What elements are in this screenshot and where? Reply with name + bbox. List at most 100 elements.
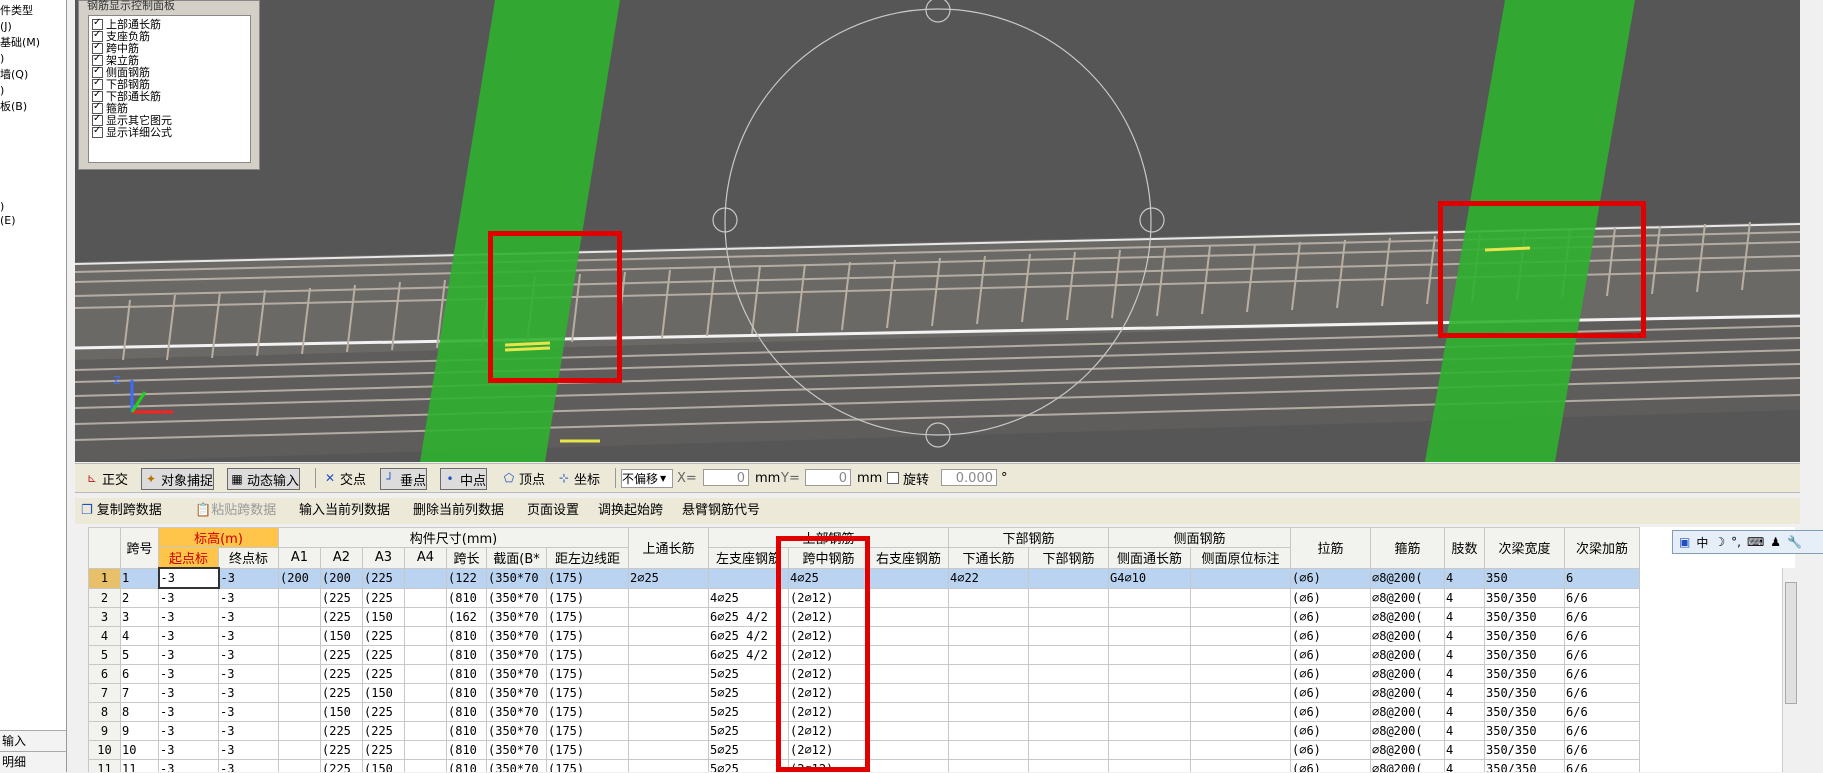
table-cell[interactable] (1028, 626, 1109, 646)
table-cell[interactable] (948, 759, 1029, 772)
cantilever-code-button[interactable]: 悬臂钢筋代号 (682, 502, 760, 520)
table-cell[interactable]: (225 (362, 645, 405, 665)
table-cell[interactable] (1028, 664, 1109, 684)
table-cell[interactable]: 6/6 (1564, 626, 1640, 646)
table-cell[interactable]: (350*70 (486, 587, 547, 608)
table-cell[interactable] (868, 567, 949, 589)
table-cell[interactable]: 4 (120, 626, 159, 646)
table-cell[interactable] (868, 626, 949, 646)
table-cell[interactable]: -3 (158, 683, 219, 703)
table-cell[interactable] (948, 702, 1029, 722)
table-cell[interactable]: (350*70 (486, 702, 547, 722)
table-cell[interactable]: (⌀6) (1290, 759, 1371, 772)
y-coordinate-input[interactable]: 0 (805, 469, 851, 486)
intersection-snap-button[interactable]: ✕ 交点 (321, 468, 366, 488)
table-cell[interactable]: (225 (362, 721, 405, 741)
input-tab[interactable]: 输入 (0, 731, 66, 751)
table-cell[interactable]: 4 (1444, 626, 1485, 646)
table-cell[interactable] (868, 607, 949, 627)
table-cell[interactable] (948, 683, 1029, 703)
table-cell[interactable] (404, 664, 447, 684)
table-cell[interactable]: ⌀8@200( (1370, 607, 1445, 627)
table-cell[interactable]: (810 (446, 645, 487, 665)
delete-column-button[interactable]: 删除当前列数据 (413, 502, 504, 520)
table-cell[interactable] (1108, 721, 1191, 741)
table-cell[interactable] (404, 740, 447, 760)
table-cell[interactable] (628, 587, 709, 608)
table-cell[interactable] (1108, 607, 1191, 627)
table-cell[interactable]: (810 (446, 587, 487, 608)
table-cell[interactable]: (350*70 (486, 607, 547, 627)
table-cell[interactable]: G4⌀10 (1108, 567, 1191, 589)
ime-user-icon[interactable]: ♟ (1770, 535, 1781, 549)
table-cell[interactable]: ⌀8@200( (1370, 683, 1445, 703)
table-cell[interactable]: 4 (1444, 683, 1485, 703)
table-cell[interactable]: 3 (120, 607, 159, 627)
table-cell[interactable]: -3 (218, 759, 279, 772)
table-cell[interactable] (278, 721, 321, 741)
table-cell[interactable]: (225 (362, 702, 405, 722)
table-cell[interactable]: 6 (1564, 567, 1640, 589)
table-cell[interactable]: (200 (320, 567, 363, 589)
table-cell[interactable] (1028, 721, 1109, 741)
table-cell[interactable]: ⌀8@200( (1370, 740, 1445, 760)
table-cell[interactable]: 1 (120, 567, 159, 589)
ime-keyboard-icon[interactable]: ⌨ (1747, 535, 1764, 549)
table-cell[interactable]: (810 (446, 626, 487, 646)
table-cell[interactable] (948, 587, 1029, 608)
table-cell[interactable] (404, 645, 447, 665)
table-cell[interactable] (868, 664, 949, 684)
table-cell[interactable]: ⌀8@200( (1370, 626, 1445, 646)
table-cell[interactable]: (175) (546, 567, 629, 589)
tree-item[interactable]: (J) (0, 20, 12, 34)
tree-item[interactable]: ) (0, 84, 4, 98)
table-cell[interactable]: 350/350 (1484, 607, 1565, 627)
offset-select[interactable]: 不偏移 ▼ (621, 469, 673, 488)
table-cell[interactable] (1190, 683, 1291, 703)
table-cell[interactable]: -3 (218, 664, 279, 684)
table-cell[interactable] (404, 702, 447, 722)
coordinate-snap-button[interactable]: ⊹ 坐标 (555, 468, 600, 488)
table-cell[interactable] (1190, 607, 1291, 627)
table-cell[interactable]: (225 (320, 645, 363, 665)
table-cell[interactable]: (175) (546, 626, 629, 646)
table-cell[interactable]: (⌀6) (1290, 721, 1371, 741)
table-cell[interactable] (278, 626, 321, 646)
table-cell[interactable] (868, 683, 949, 703)
table-cell[interactable]: -3 (218, 645, 279, 665)
tree-item[interactable]: ) (0, 52, 4, 66)
table-cell[interactable]: (⌀6) (1290, 626, 1371, 646)
table-cell[interactable]: 11 (120, 759, 159, 772)
ime-punct-icon[interactable]: °, (1731, 535, 1741, 549)
table-cell[interactable] (948, 740, 1029, 760)
table-cell[interactable] (868, 587, 949, 608)
table-cell[interactable]: -3 (158, 759, 219, 772)
checkbox-icon[interactable] (92, 125, 103, 138)
table-cell[interactable]: (175) (546, 607, 629, 627)
object-snap-button[interactable]: ✦ 对象捕捉 (141, 468, 215, 490)
table-cell[interactable] (1108, 702, 1191, 722)
table-cell[interactable]: 350/350 (1484, 759, 1565, 772)
table-cell[interactable]: (350*70 (486, 567, 547, 589)
table-cell[interactable]: 4 (1444, 759, 1485, 772)
table-cell[interactable]: (350*70 (486, 721, 547, 741)
scrollbar-thumb[interactable] (1785, 582, 1797, 704)
table-cell[interactable]: (175) (546, 683, 629, 703)
table-cell[interactable]: (175) (546, 759, 629, 772)
table-cell[interactable] (278, 702, 321, 722)
table-cell[interactable] (628, 702, 709, 722)
table-cell[interactable] (1028, 683, 1109, 703)
table-cell[interactable] (1108, 645, 1191, 665)
table-cell[interactable]: (162 (446, 607, 487, 627)
table-cell[interactable]: 4 (1444, 702, 1485, 722)
table-cell[interactable]: (175) (546, 645, 629, 665)
table-cell[interactable] (278, 740, 321, 760)
tree-item[interactable]: 件类型 (0, 4, 33, 18)
table-cell[interactable] (948, 626, 1029, 646)
table-cell[interactable] (278, 587, 321, 608)
table-cell[interactable] (1108, 740, 1191, 760)
table-cell[interactable]: 4 (1444, 607, 1485, 627)
ime-mode-button[interactable]: 中 (1696, 534, 1708, 551)
tree-item[interactable]: 基础(M) (0, 36, 40, 50)
table-cell[interactable] (404, 607, 447, 627)
